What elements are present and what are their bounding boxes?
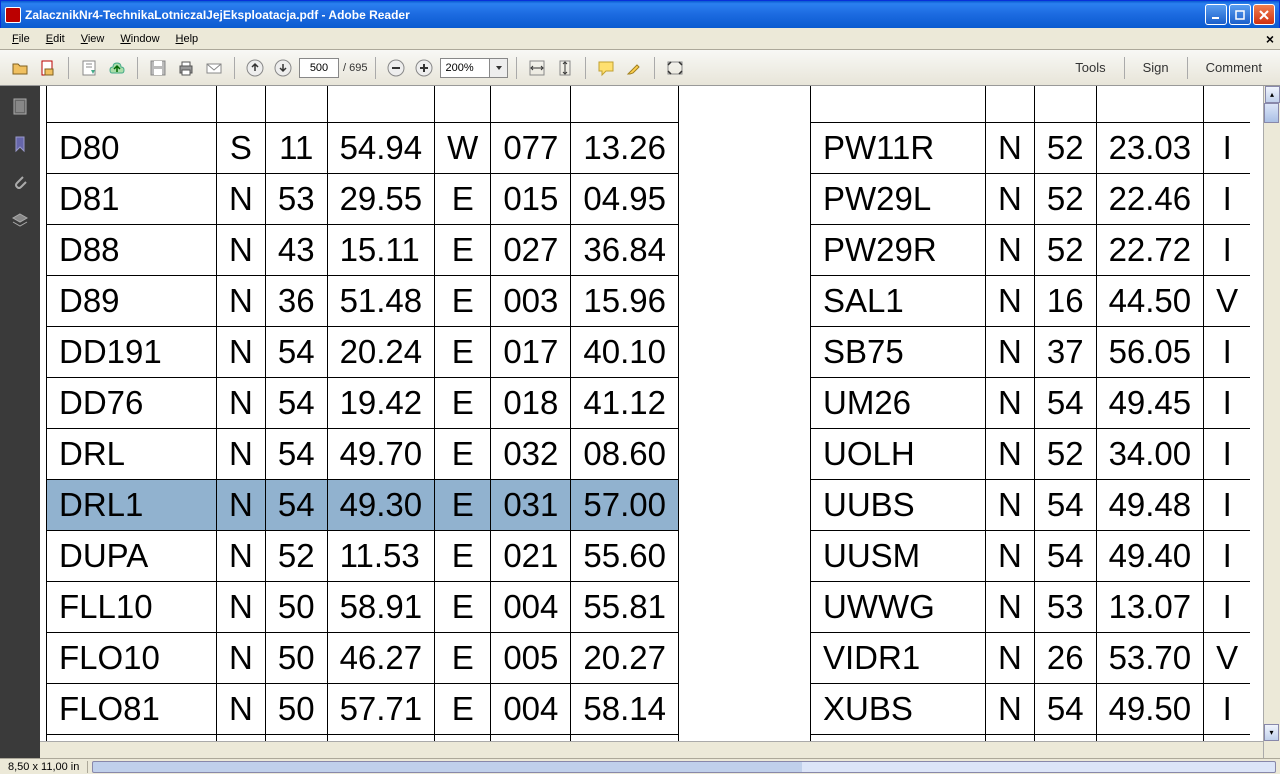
comment-bubble-icon[interactable] bbox=[594, 56, 618, 80]
table-row: DRLN5449.70E03208.60 bbox=[47, 429, 679, 480]
minimize-button[interactable] bbox=[1205, 4, 1227, 25]
coordinate-table-left: D80S1154.94W07713.26D81N5329.55E01504.95… bbox=[46, 86, 679, 758]
table-row: DRL1N5449.30E03157.00 bbox=[47, 480, 679, 531]
coordinate-table-right: PW11RN5223.03IPW29LN5222.46IPW29RN5222.7… bbox=[810, 86, 1250, 758]
table-row: UUSMN5449.40I bbox=[811, 531, 1251, 582]
read-mode-icon[interactable] bbox=[663, 56, 687, 80]
table-row: SB75N3756.05I bbox=[811, 327, 1251, 378]
table-row: D88N4315.11E02736.84 bbox=[47, 225, 679, 276]
prev-page-icon[interactable] bbox=[243, 56, 267, 80]
zoom-dropdown-icon[interactable] bbox=[490, 58, 508, 78]
table-row: PW11RN5223.03I bbox=[811, 123, 1251, 174]
pdf-page: D80S1154.94W07713.26D81N5329.55E01504.95… bbox=[40, 86, 1263, 758]
table-row: VIDR1N2653.70V bbox=[811, 633, 1251, 684]
table-row: FLO81N5057.71E00458.14 bbox=[47, 684, 679, 735]
fit-width-icon[interactable] bbox=[525, 56, 549, 80]
upload-icon[interactable] bbox=[105, 56, 129, 80]
next-page-icon[interactable] bbox=[271, 56, 295, 80]
app-icon bbox=[5, 7, 21, 23]
menu-edit[interactable]: Edit bbox=[38, 31, 73, 47]
save-icon[interactable] bbox=[77, 56, 101, 80]
table-row: FLL10N5058.91E00455.81 bbox=[47, 582, 679, 633]
table-row: XUBSN5449.50I bbox=[811, 684, 1251, 735]
horizontal-scrollbar[interactable] bbox=[40, 741, 1263, 758]
bookmarks-icon[interactable] bbox=[10, 134, 30, 154]
sign-panel-button[interactable]: Sign bbox=[1133, 56, 1179, 79]
status-bar: 8,50 x 11,00 in bbox=[0, 758, 1280, 774]
table-row: DD191N5420.24E01740.10 bbox=[47, 327, 679, 378]
menu-view[interactable]: View bbox=[73, 31, 113, 47]
print-icon[interactable] bbox=[174, 56, 198, 80]
window-titlebar: ZalacznikNr4-TechnikaLotniczaIJejEksploa… bbox=[0, 0, 1280, 28]
zoom-out-icon[interactable] bbox=[384, 56, 408, 80]
page-dimensions-label: 8,50 x 11,00 in bbox=[0, 761, 88, 773]
toolbar: / 695 Tools Sign Comment bbox=[0, 50, 1280, 86]
zoom-input[interactable] bbox=[440, 58, 490, 78]
table-row: UOLHN5234.00I bbox=[811, 429, 1251, 480]
document-area[interactable]: D80S1154.94W07713.26D81N5329.55E01504.95… bbox=[40, 86, 1280, 758]
page-input[interactable] bbox=[299, 58, 339, 78]
comment-panel-button[interactable]: Comment bbox=[1196, 56, 1272, 79]
zoom-in-icon[interactable] bbox=[412, 56, 436, 80]
table-row: DUPAN5211.53E02155.60 bbox=[47, 531, 679, 582]
highlight-icon[interactable] bbox=[622, 56, 646, 80]
save-disk-icon[interactable] bbox=[146, 56, 170, 80]
page-total-label: / 695 bbox=[343, 62, 367, 74]
table-row: UUBSN5449.48I bbox=[811, 480, 1251, 531]
thumbnails-icon[interactable] bbox=[10, 96, 30, 116]
table-row: FLO10N5046.27E00520.27 bbox=[47, 633, 679, 684]
doc-close-icon[interactable]: × bbox=[1266, 31, 1274, 47]
nav-sidebar bbox=[0, 86, 40, 758]
window-title: ZalacznikNr4-TechnikaLotniczaIJejEksploa… bbox=[25, 8, 1205, 22]
table-row: UWWGN5313.07I bbox=[811, 582, 1251, 633]
table-row: D80S1154.94W07713.26 bbox=[47, 123, 679, 174]
table-row: UM26N5449.45I bbox=[811, 378, 1251, 429]
table-row: DD76N5419.42E01841.12 bbox=[47, 378, 679, 429]
table-row: PW29RN5222.72I bbox=[811, 225, 1251, 276]
menu-bar: File Edit View Window Help × bbox=[0, 28, 1280, 50]
fit-page-icon[interactable] bbox=[553, 56, 577, 80]
close-button[interactable] bbox=[1253, 4, 1275, 25]
maximize-button[interactable] bbox=[1229, 4, 1251, 25]
menu-help[interactable]: Help bbox=[168, 31, 207, 47]
table-row: D89N3651.48E00315.96 bbox=[47, 276, 679, 327]
attachments-icon[interactable] bbox=[10, 172, 30, 192]
table-row: PW29LN5222.46I bbox=[811, 174, 1251, 225]
menu-file[interactable]: File bbox=[4, 31, 38, 47]
mail-icon[interactable] bbox=[202, 56, 226, 80]
create-pdf-icon[interactable] bbox=[36, 56, 60, 80]
horizontal-scroll-track[interactable] bbox=[92, 761, 1276, 773]
tools-panel-button[interactable]: Tools bbox=[1065, 56, 1115, 79]
menu-window[interactable]: Window bbox=[112, 31, 167, 47]
layers-icon[interactable] bbox=[10, 210, 30, 230]
table-row: D81N5329.55E01504.95 bbox=[47, 174, 679, 225]
table-row: SAL1N1644.50V bbox=[811, 276, 1251, 327]
open-icon[interactable] bbox=[8, 56, 32, 80]
vertical-scrollbar[interactable]: ▴ ▾ bbox=[1263, 86, 1280, 758]
